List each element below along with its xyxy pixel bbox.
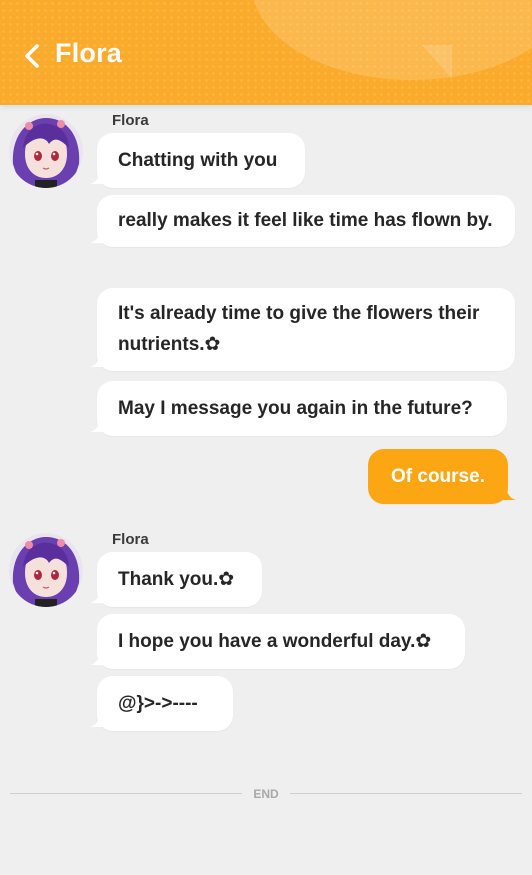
message-bubble[interactable]: really makes it feel like time has flown… xyxy=(90,195,515,247)
header-decoration xyxy=(252,0,532,80)
bubble-tail xyxy=(500,488,516,500)
flora-avatar-image xyxy=(9,533,83,607)
avatar[interactable] xyxy=(9,114,83,188)
message-text: I hope you have a wonderful day.✿ xyxy=(118,631,432,652)
divider-line-left xyxy=(10,793,242,794)
message-bubble[interactable]: Thank you.✿ xyxy=(90,552,262,607)
message-text: Chatting with you xyxy=(118,150,278,171)
flora-avatar-image xyxy=(9,114,83,188)
sender-name: Flora xyxy=(112,112,149,129)
bubble-tail xyxy=(90,420,106,432)
message-text: Thank you.✿ xyxy=(118,569,235,590)
chat-title: Flora xyxy=(55,38,123,68)
bubble-tail xyxy=(90,715,106,727)
chat-header: Flora xyxy=(0,0,532,105)
back-button[interactable] xyxy=(18,40,48,72)
bubble-tail xyxy=(90,653,106,665)
divider-line-right xyxy=(290,793,522,794)
end-label: END xyxy=(253,787,279,801)
message-bubble[interactable]: It's already time to give the flowers th… xyxy=(90,288,515,371)
message-text: @}>->---- xyxy=(118,693,198,714)
message-bubble[interactable]: I hope you have a wonderful day.✿ xyxy=(90,614,465,669)
avatar[interactable] xyxy=(9,533,83,607)
bubble-tail xyxy=(90,231,106,243)
message-bubble[interactable]: May I message you again in the future? xyxy=(90,381,507,436)
sender-name: Flora xyxy=(112,531,149,548)
message-text: Of course. xyxy=(391,466,485,487)
bubble-tail xyxy=(90,591,106,603)
bubble-tail xyxy=(90,172,106,184)
message-bubble[interactable]: Chatting with you xyxy=(90,133,305,188)
message-bubble[interactable]: @}>->---- xyxy=(90,676,233,731)
message-text: It's already time to give the flowers th… xyxy=(118,303,480,355)
chevron-left-icon xyxy=(25,44,39,68)
message-text: May I message you again in the future? xyxy=(118,398,473,419)
end-divider: END xyxy=(10,786,522,802)
my-message-bubble[interactable]: Of course. xyxy=(368,449,516,504)
header-decoration-tail xyxy=(422,45,452,79)
bubble-tail xyxy=(90,355,106,367)
message-text: really makes it feel like time has flown… xyxy=(118,210,493,231)
